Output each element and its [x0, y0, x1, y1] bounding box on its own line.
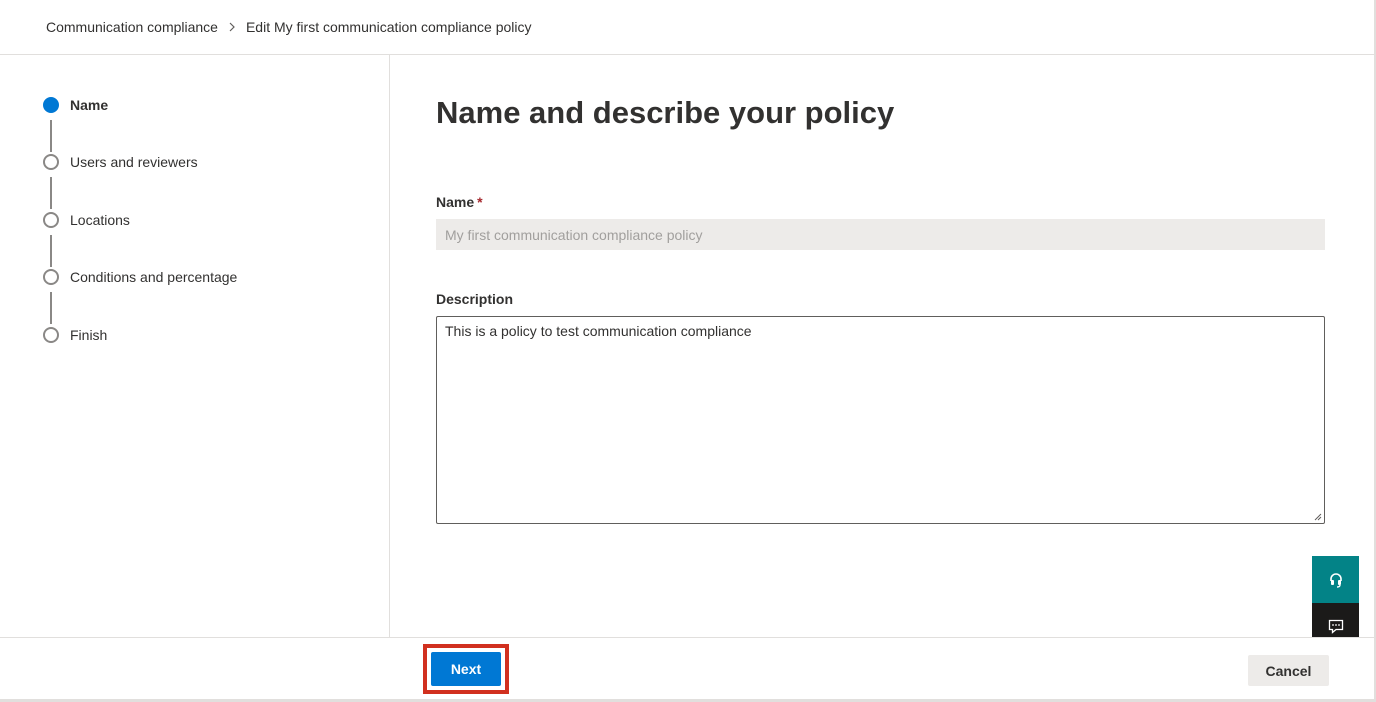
step-circle-icon [43, 212, 59, 228]
policy-name-input[interactable] [436, 219, 1325, 250]
step-label: Name [70, 97, 109, 113]
step-connector [50, 120, 52, 152]
breadcrumb: Communication compliance Edit My first c… [0, 0, 1374, 55]
step-label: Locations [70, 212, 130, 228]
cancel-button[interactable]: Cancel [1248, 655, 1329, 686]
step-circle-icon [43, 327, 59, 343]
chevron-right-icon [228, 20, 236, 35]
step-name[interactable]: Name [43, 97, 108, 113]
page-title: Name and describe your policy [436, 95, 895, 130]
breadcrumb-link-communication-compliance[interactable]: Communication compliance [46, 19, 218, 35]
help-button[interactable] [1312, 556, 1359, 603]
step-connector [50, 177, 52, 209]
step-users-and-reviewers[interactable]: Users and reviewers [43, 154, 198, 170]
name-field-label: Name * [436, 194, 483, 210]
step-label: Conditions and percentage [70, 269, 238, 285]
description-text: This is a policy to test communication c… [445, 323, 752, 339]
wizard-steps: Name Users and reviewers Locations Condi… [0, 55, 390, 637]
required-marker: * [477, 194, 483, 210]
policy-description-textarea[interactable]: This is a policy to test communication c… [436, 316, 1325, 524]
step-conditions-and-percentage[interactable]: Conditions and percentage [43, 269, 237, 285]
step-connector [50, 235, 52, 267]
description-field-label: Description [436, 291, 514, 307]
step-circle-icon [43, 269, 59, 285]
name-label-text: Name [436, 194, 475, 210]
main-content: Name and describe your policy Name* Desc… [390, 55, 1374, 637]
next-button[interactable]: Next [431, 652, 501, 686]
step-locations[interactable]: Locations [43, 212, 130, 228]
headset-icon [1329, 572, 1342, 588]
breadcrumb-current: Edit My first communication compliance p… [245, 19, 532, 35]
wizard-footer [0, 637, 1374, 700]
resize-grip-icon[interactable] [1314, 513, 1322, 521]
step-connector [50, 292, 52, 324]
feedback-icon [1328, 619, 1343, 634]
step-label: Finish [70, 327, 108, 343]
step-active-dot-icon [43, 97, 59, 113]
step-label: Users and reviewers [70, 154, 198, 170]
step-circle-icon [43, 154, 59, 170]
step-finish[interactable]: Finish [43, 327, 107, 343]
